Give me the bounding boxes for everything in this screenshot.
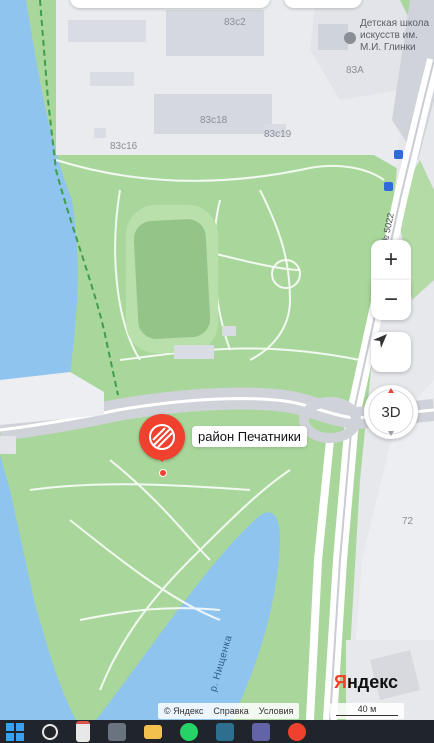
map-footer: © Яндекс Справка Условия <box>158 703 300 719</box>
map-canvas[interactable]: 83с2 83А 83с18 83с19 83с16 Детская школа… <box>0 0 434 720</box>
teams-icon[interactable] <box>252 722 270 741</box>
house-number-label: 72 <box>402 516 414 527</box>
zoom-out-button[interactable]: − <box>371 280 411 320</box>
place-pin-point <box>159 469 167 477</box>
building-label-83c16: 83с16 <box>110 141 138 152</box>
minus-icon: − <box>383 286 398 313</box>
school-label[interactable]: Детская школа искусств им. М.И. Глинки <box>344 18 434 54</box>
place-pin-tail <box>152 452 172 462</box>
calculator-icon[interactable] <box>108 722 126 741</box>
search-icon[interactable] <box>42 723 58 740</box>
yandex-logo-rest: ндекс <box>346 672 399 692</box>
zoom-in-button[interactable]: + <box>371 240 411 280</box>
view-3d-button[interactable]: 3D <box>364 385 418 439</box>
navigation-arrow-icon <box>373 334 387 348</box>
app-icon[interactable] <box>216 722 234 741</box>
building-label-83c2: 83с2 <box>224 17 246 28</box>
terms-link[interactable]: Условия <box>259 706 294 716</box>
folder-icon[interactable] <box>144 724 162 739</box>
taskbar <box>0 720 434 743</box>
file-icon[interactable] <box>76 721 90 742</box>
map-graphics <box>0 0 434 720</box>
help-link[interactable]: Справка <box>213 706 248 716</box>
scale-label: 40 м <box>357 704 377 714</box>
whatsapp-icon[interactable] <box>180 722 198 741</box>
building-label-83a: 83А <box>346 65 364 76</box>
place-label[interactable]: район Печатники <box>192 426 307 447</box>
copyright-link[interactable]: © Яндекс <box>164 706 203 716</box>
building-label-83c18: 83с18 <box>200 115 228 126</box>
yandex-browser-icon[interactable] <box>288 722 306 741</box>
scale-bar: 40 м <box>330 703 404 719</box>
windows-icon[interactable] <box>6 722 24 741</box>
top-panel-right[interactable] <box>284 0 362 8</box>
yandex-logo[interactable]: Яндекс <box>334 672 398 693</box>
view-3d-label: 3D <box>381 403 401 421</box>
school-label-text: Детская школа искусств им. М.И. Глинки <box>360 18 430 53</box>
top-panel-left[interactable] <box>70 0 270 8</box>
locate-me-button[interactable] <box>371 332 411 372</box>
yandex-logo-first-letter: Я <box>334 672 347 692</box>
building-label-83c19: 83с19 <box>264 129 292 140</box>
school-icon <box>344 32 356 44</box>
plus-icon: + <box>383 246 398 273</box>
